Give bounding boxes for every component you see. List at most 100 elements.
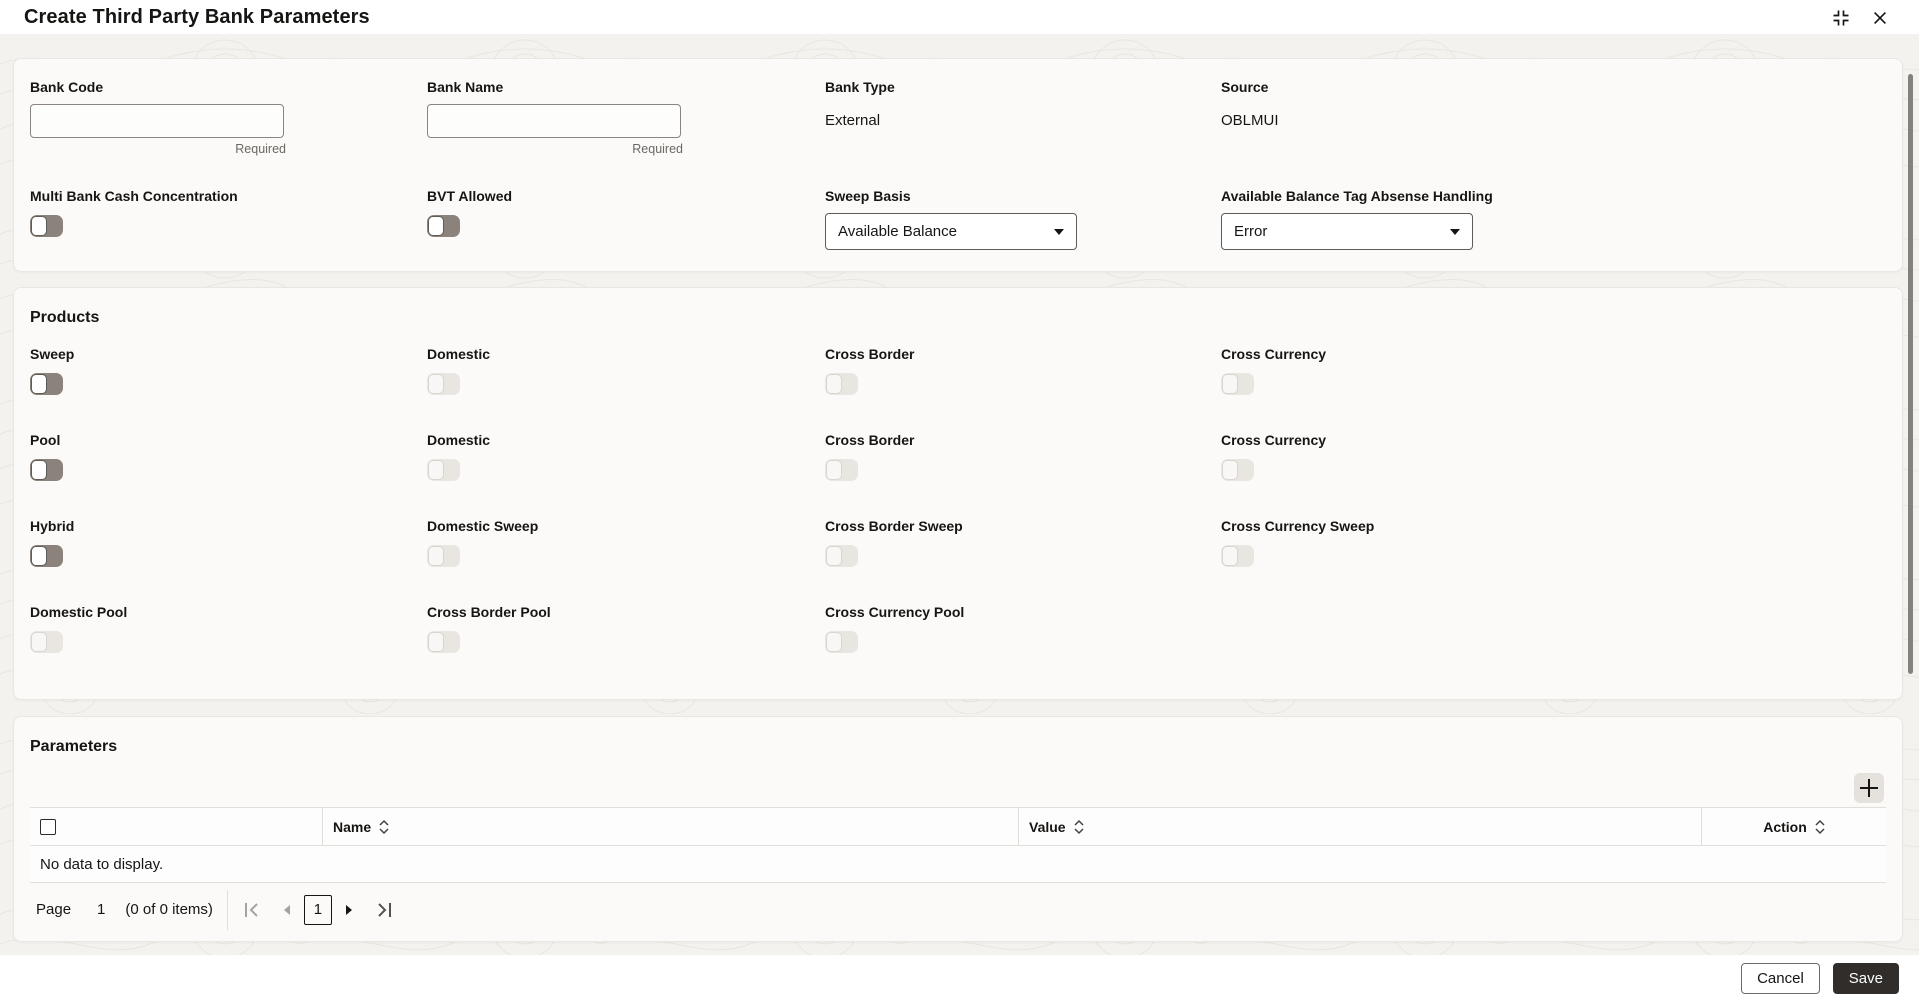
toggle-knob xyxy=(826,546,842,566)
multi-bank-cash-concentration-label: Multi Bank Cash Concentration xyxy=(30,188,238,204)
sweep-basis-select[interactable]: Available Balance xyxy=(825,213,1077,250)
bank-code-input[interactable] xyxy=(30,104,284,138)
cross-currency-pool-toggle xyxy=(825,631,858,653)
bank-type-value: External xyxy=(825,112,881,129)
pool-toggle[interactable] xyxy=(30,459,63,481)
parameters-table-header: Name Value Action xyxy=(30,808,1886,846)
previous-page-icon[interactable] xyxy=(282,904,292,916)
toggle-knob xyxy=(1222,460,1238,480)
multi-bank-cash-concentration-toggle[interactable] xyxy=(30,215,63,237)
product-sweep-cross-currency: Cross Currency xyxy=(1221,345,1886,395)
toggle-knob xyxy=(31,216,47,236)
product-label: Domestic xyxy=(427,346,491,362)
bvt-allowed-toggle[interactable] xyxy=(427,215,460,237)
current-page-button[interactable]: 1 xyxy=(303,894,332,925)
bvt-allowed-label: BVT Allowed xyxy=(427,188,513,204)
chevron-down-icon xyxy=(1054,228,1064,235)
footer-bar: Cancel Save xyxy=(0,955,1919,1001)
bank-name-required-hint: Required xyxy=(632,142,683,156)
value-column-header[interactable]: Value xyxy=(1019,808,1702,845)
source-field: Source OBLMUI xyxy=(1221,59,1886,177)
page-number: 1 xyxy=(97,901,106,918)
bank-name-input[interactable] xyxy=(427,104,681,138)
toggle-knob xyxy=(31,374,47,394)
toggle-knob xyxy=(826,632,842,652)
product-label: Cross Border Pool xyxy=(427,604,551,620)
toggle-knob xyxy=(428,632,444,652)
bank-type-label: Bank Type xyxy=(825,79,895,95)
cross-currency-sweep-toggle xyxy=(1221,545,1254,567)
chevron-down-icon xyxy=(1450,228,1460,235)
toggle-knob xyxy=(826,460,842,480)
main-content: Bank Code Required Bank Name Required Ba… xyxy=(0,34,1919,955)
cross-border-sweep-toggle xyxy=(825,545,858,567)
first-page-icon[interactable] xyxy=(242,901,262,919)
products-row: Sweep Domestic Cross Border Cross Curren… xyxy=(30,345,1886,395)
toggle-knob xyxy=(1222,374,1238,394)
name-column-header[interactable]: Name xyxy=(323,808,1019,845)
product-label: Cross Border xyxy=(825,432,915,448)
products-panel: Products Sweep Domestic Cross Border Cro… xyxy=(13,287,1903,700)
abs-handling-field: Available Balance Tag Absense Handling E… xyxy=(1221,177,1886,271)
items-summary: (0 of 0 items) xyxy=(125,901,213,918)
window-header: Create Third Party Bank Parameters xyxy=(0,0,1919,34)
cancel-button[interactable]: Cancel xyxy=(1741,962,1820,994)
sort-icon[interactable] xyxy=(1074,819,1084,835)
sort-icon[interactable] xyxy=(1815,819,1825,835)
product-hybrid: Hybrid xyxy=(30,517,427,567)
bank-details-panel: Bank Code Required Bank Name Required Ba… xyxy=(13,58,1903,272)
product-cross-border-pool: Cross Border Pool xyxy=(427,603,825,653)
select-all-checkbox[interactable] xyxy=(40,818,56,835)
toggle-knob xyxy=(826,374,842,394)
toggle-knob xyxy=(1222,546,1238,566)
pagination-divider xyxy=(226,889,228,930)
product-pool: Pool xyxy=(30,431,427,481)
products-row: Domestic Pool Cross Border Pool Cross Cu… xyxy=(30,603,1886,653)
sweep-domestic-toggle xyxy=(427,373,460,395)
bank-code-field: Bank Code Required xyxy=(30,59,427,177)
sweep-toggle[interactable] xyxy=(30,373,63,395)
products-row: Hybrid Domestic Sweep Cross Border Sweep… xyxy=(30,517,1886,567)
abs-handling-label: Available Balance Tag Absense Handling xyxy=(1221,188,1493,204)
bank-code-required-hint: Required xyxy=(235,142,286,156)
abs-handling-select[interactable]: Error xyxy=(1221,213,1473,250)
sweep-cross-border-toggle xyxy=(825,373,858,395)
domestic-sweep-toggle xyxy=(427,545,460,567)
pool-domestic-toggle xyxy=(427,459,460,481)
bank-type-field: Bank Type External xyxy=(825,59,1221,177)
vertical-scrollbar[interactable] xyxy=(1908,74,1913,674)
close-icon[interactable] xyxy=(1871,9,1889,27)
sweep-cross-currency-toggle xyxy=(1221,373,1254,395)
page-label: Page xyxy=(36,901,72,918)
bank-name-label: Bank Name xyxy=(427,79,504,95)
abs-handling-selected-value: Error xyxy=(1234,223,1268,240)
product-hybrid-cross-border-sweep: Cross Border Sweep xyxy=(825,517,1221,567)
product-label: Pool xyxy=(30,432,61,448)
toggle-knob xyxy=(31,460,47,480)
collapse-icon[interactable] xyxy=(1831,8,1851,28)
add-parameter-button[interactable] xyxy=(1854,773,1884,803)
sweep-basis-label: Sweep Basis xyxy=(825,188,911,204)
domestic-pool-toggle xyxy=(30,631,63,653)
product-pool-cross-border: Cross Border xyxy=(825,431,1221,481)
toggle-knob xyxy=(31,546,47,566)
source-label: Source xyxy=(1221,79,1269,95)
products-row: Pool Domestic Cross Border Cross Currenc… xyxy=(30,431,1886,481)
parameters-panel: Parameters Name Value Action No data to … xyxy=(13,716,1903,942)
hybrid-toggle[interactable] xyxy=(30,545,63,567)
last-page-icon[interactable] xyxy=(374,901,394,919)
product-label: Cross Currency Sweep xyxy=(1221,518,1375,534)
action-column-header[interactable]: Action xyxy=(1702,808,1886,845)
bank-name-field: Bank Name Required xyxy=(427,59,825,177)
product-label: Cross Currency Pool xyxy=(825,604,965,620)
bank-code-label: Bank Code xyxy=(30,79,104,95)
toggle-knob xyxy=(31,632,47,652)
product-sweep: Sweep xyxy=(30,345,427,395)
product-hybrid-cross-currency-sweep: Cross Currency Sweep xyxy=(1221,517,1886,567)
product-label: Cross Currency xyxy=(1221,346,1327,362)
product-label: Domestic xyxy=(427,432,491,448)
save-button[interactable]: Save xyxy=(1832,962,1899,994)
sort-icon[interactable] xyxy=(379,819,389,835)
product-label: Sweep xyxy=(30,346,75,362)
next-page-icon[interactable] xyxy=(344,904,354,916)
